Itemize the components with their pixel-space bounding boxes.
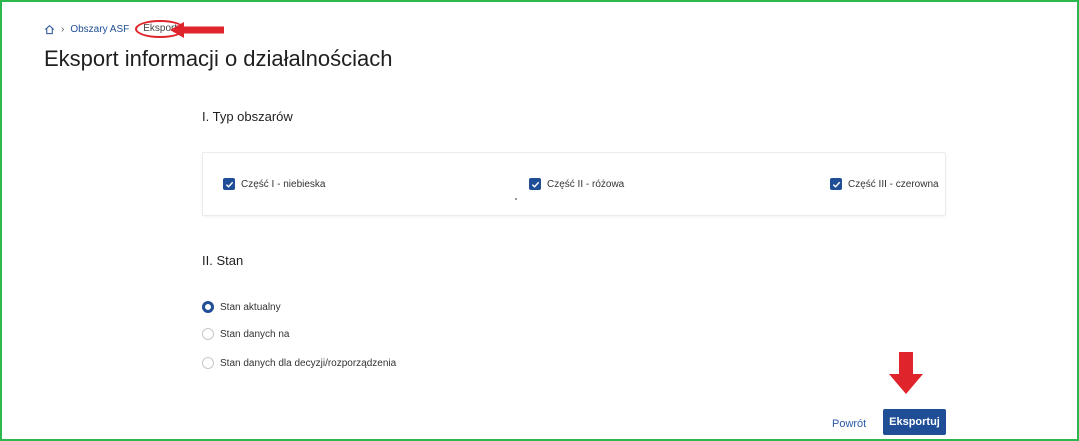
radio-current-state[interactable]: Stan aktualny: [202, 301, 281, 313]
checkbox-label: Część I - niebieska: [241, 178, 326, 190]
radio-label: Stan danych na: [220, 328, 290, 340]
breadcrumb-separator: ›: [61, 23, 65, 35]
breadcrumb-item-obszary-asf[interactable]: Obszary ASF: [70, 24, 129, 35]
breadcrumb: › Obszary ASF Eksport: [44, 20, 186, 38]
checkbox-label: Część II - różowa: [547, 178, 625, 190]
checkbox-checked-icon: [830, 178, 842, 190]
checkbox-checked-icon: [223, 178, 235, 190]
page-title: Eksport informacji o działalnościach: [44, 46, 393, 71]
radio-checked-icon: [202, 301, 214, 313]
back-link[interactable]: Powrót: [832, 418, 866, 430]
radio-label: Stan danych dla decyzji/rozporządzenia: [220, 357, 397, 369]
radio-label: Stan aktualny: [220, 301, 281, 313]
radio-unchecked-icon: [202, 357, 214, 369]
checkbox-part-2[interactable]: Część II - różowa: [529, 178, 624, 190]
checkbox-part-3[interactable]: Część III - czerowna: [830, 178, 939, 190]
checkbox-part-1[interactable]: Część I - niebieska: [223, 178, 325, 190]
radio-state-for-decision[interactable]: Stan danych dla decyzji/rozporządzenia: [202, 357, 396, 369]
radio-state-on-date[interactable]: Stan danych na: [202, 328, 290, 340]
annotation-arrow-left: [170, 22, 226, 43]
annotation-arrow-down: [889, 352, 923, 399]
area-types-box: Część I - niebieska Część II - różowa Cz…: [202, 152, 946, 216]
export-button[interactable]: Eksportuj: [883, 409, 946, 435]
section-title-state: II. Stan: [202, 253, 244, 268]
radio-unchecked-icon: [202, 328, 214, 340]
home-icon[interactable]: [44, 24, 55, 35]
stray-dot: [515, 198, 517, 200]
checkbox-label: Część III - czerowna: [848, 178, 939, 190]
checkbox-checked-icon: [529, 178, 541, 190]
section-title-types: I. Typ obszarów: [202, 109, 293, 124]
